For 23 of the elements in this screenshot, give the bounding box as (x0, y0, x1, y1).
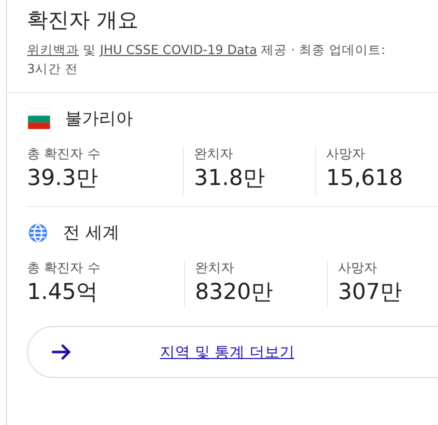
globe-icon (27, 222, 49, 244)
more-stats-button[interactable]: 지역 및 통계 더보기 (27, 326, 438, 378)
flag-icon (27, 108, 51, 130)
stat-value: 1.45억 (27, 279, 99, 307)
stat-label: 사망자 (326, 146, 366, 164)
stat-value: 307만 (338, 279, 403, 307)
stat-label: 완치자 (195, 260, 235, 278)
arrow-right-icon (50, 343, 72, 361)
stat-label: 총 확진자 수 (27, 146, 102, 164)
stat-label: 총 확진자 수 (27, 260, 102, 278)
stat-label: 사망자 (338, 260, 378, 278)
source-line: 위키백과 및 JHU CSSE COVID-19 Data 제공 · 최종 업데이트: (27, 41, 386, 59)
region-name: 전 세계 (63, 222, 120, 244)
update-time: 3시간 전 (27, 60, 79, 78)
stat-label: 완치자 (194, 146, 234, 164)
source-link[interactable]: 위키백과 (27, 42, 79, 57)
stat-value: 8320만 (195, 279, 274, 307)
stat-value: 15,618 (326, 165, 404, 193)
card-title: 확진자 개요 (27, 7, 140, 34)
stat-value: 31.8만 (194, 165, 266, 193)
source-link[interactable]: JHU CSSE COVID-19 Data (100, 42, 258, 57)
stat-value: 39.3만 (27, 165, 99, 193)
region-name: 불가리아 (65, 108, 133, 130)
